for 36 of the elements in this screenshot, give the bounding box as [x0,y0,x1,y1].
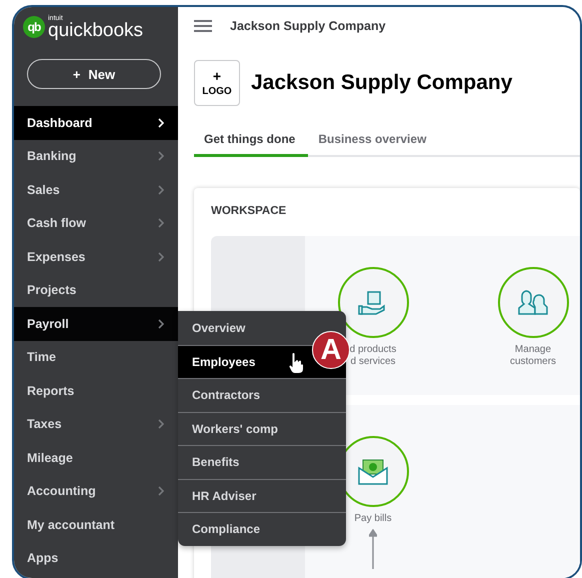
hand-cursor-icon [288,352,304,374]
sidebar-item[interactable]: My accountant [14,508,178,542]
page-title: Jackson Supply Company [251,71,512,95]
menu-icon[interactable] [194,20,212,32]
sidebar-item[interactable]: Payroll [14,307,178,340]
shortcut-label: d products d services [350,344,396,368]
tab[interactable]: Business overview [308,126,440,157]
sidebar-item[interactable]: Time [14,340,178,374]
tab[interactable]: Get things done [194,126,308,157]
submenu-item[interactable]: Contractors [178,378,346,412]
company-name: Jackson Supply Company [230,18,386,32]
submenu-item[interactable]: HR Adviser [178,478,346,512]
sidebar-item[interactable]: Projects [14,274,178,307]
up-arrow [369,529,377,570]
sidebar-item[interactable]: Taxes [14,408,178,441]
brand-name: quickbooks [48,20,144,40]
add-logo-button[interactable]: + LOGO [194,60,240,106]
sidebar-item[interactable]: Sales [14,173,178,206]
sidebar-item[interactable]: Expenses [14,240,178,274]
sidebar-item[interactable]: Cash flow [14,206,178,240]
people-icon [517,288,549,318]
submenu-item[interactable]: Benefits [178,445,346,478]
envelope-cash-icon [357,456,389,487]
sidebar-item[interactable]: Reports [14,374,178,408]
shortcut-label: Manage customers [510,344,556,368]
submenu-item[interactable]: Compliance [178,512,346,546]
sidebar-item[interactable]: Apps [14,542,178,575]
sidebar-item[interactable]: Banking [14,140,178,173]
section-title: WORKSPACE [211,205,288,217]
submenu-item[interactable]: Workers' comp [178,412,346,445]
logo-mark: qb [23,16,45,38]
new-button[interactable]: + New [27,59,161,89]
sidebar-item[interactable]: Mileage [14,441,178,474]
sidebar-item[interactable]: Accounting [14,474,178,508]
sidebar-item[interactable]: Dashboard [14,106,178,140]
shortcut-label: Pay bills [354,513,392,526]
